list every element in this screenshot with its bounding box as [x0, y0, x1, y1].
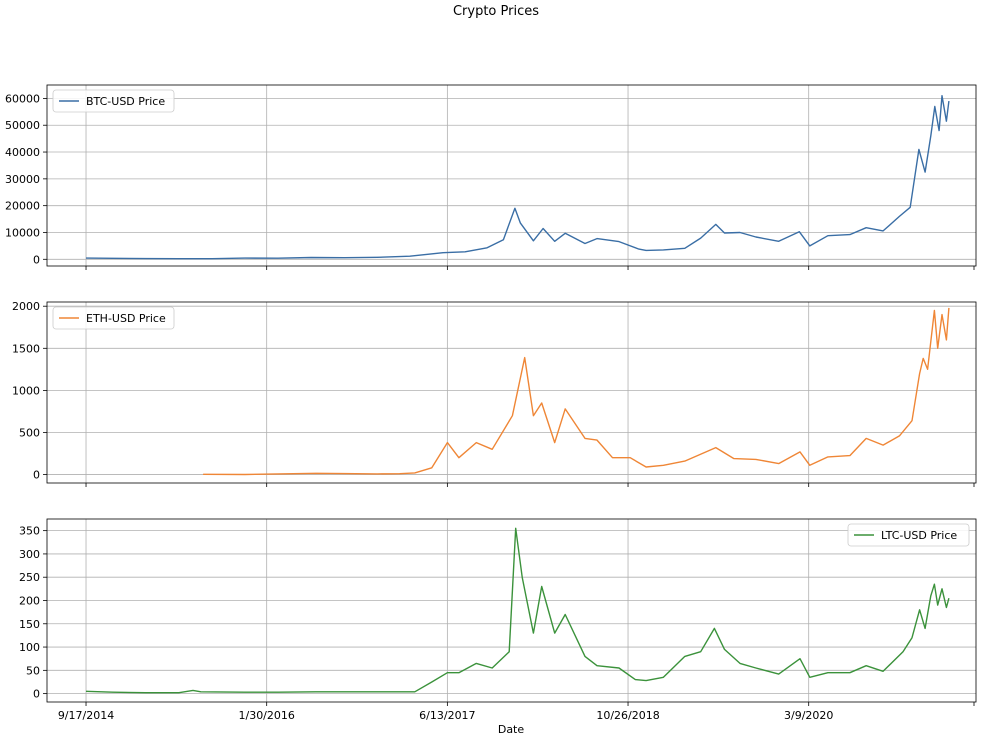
- x-axis-label: Date: [498, 723, 525, 736]
- legend-label: BTC-USD Price: [86, 95, 165, 108]
- x-tick-label: 1/30/2016: [238, 709, 294, 722]
- eth-price-line: [203, 307, 950, 476]
- y-tick-label: 50000: [5, 119, 40, 132]
- legend-label: LTC-USD Price: [881, 529, 957, 542]
- legend-label: ETH-USD Price: [86, 312, 166, 325]
- btc-price-line: [85, 94, 950, 260]
- y-tick-label: 300: [19, 548, 40, 561]
- ltc-panel: 9/17/2014 1/30/2016 6/13/2017 10/26/2018 3/9…: [19, 518, 977, 722]
- y-tick-label: 500: [19, 426, 40, 439]
- y-tick-label: 200: [19, 594, 40, 607]
- x-tick-label: 3/9/2020: [784, 709, 833, 722]
- y-tick-label: 0: [33, 253, 40, 266]
- ltc-legend: LTC-USD Price: [847, 523, 970, 547]
- y-tick-label: 50: [26, 664, 40, 677]
- figure-title: Crypto Prices: [453, 4, 539, 19]
- x-tick-label: 9/17/2014: [58, 709, 114, 722]
- y-tick-label: 0: [33, 688, 40, 701]
- btc-panel: 0 10000 20000 30000 40000 50000 60000 BTC-USD P…: [5, 84, 977, 270]
- x-tick-label: 6/13/2017: [419, 709, 475, 722]
- x-tick-label: 10/26/2018: [596, 709, 659, 722]
- y-tick-label: 2000: [12, 300, 40, 313]
- crypto-prices-figure: Crypto Prices Date 010000200003000040000…: [5, 4, 977, 736]
- y-tick-label: 150: [19, 618, 40, 631]
- ltc-price-line: [85, 527, 950, 694]
- y-tick-label: 0: [33, 469, 40, 482]
- btc-axes-frame: [46, 84, 977, 267]
- y-tick-label: 20000: [5, 200, 40, 213]
- y-tick-label: 350: [19, 525, 40, 538]
- y-tick-label: 10000: [5, 226, 40, 239]
- y-tick-label: 100: [19, 641, 40, 654]
- y-tick-label: 1000: [12, 384, 40, 397]
- btc-legend: BTC-USD Price: [52, 89, 175, 113]
- y-tick-label: 250: [19, 571, 40, 584]
- eth-legend: ETH-USD Price: [52, 306, 175, 330]
- eth-panel: 0 500 1000 1500 2000 ETH-USD Price: [12, 300, 977, 487]
- y-tick-label: 60000: [5, 92, 40, 105]
- y-tick-label: 1500: [12, 342, 40, 355]
- y-tick-label: 40000: [5, 146, 40, 159]
- y-tick-label: 30000: [5, 173, 40, 186]
